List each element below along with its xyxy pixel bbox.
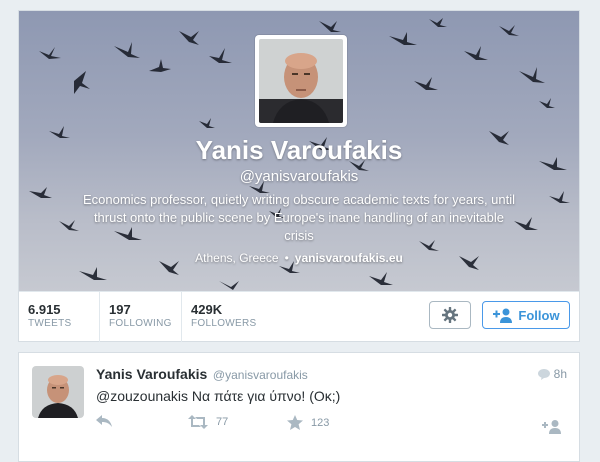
stat-followers-value: 429K xyxy=(191,302,223,317)
reply-button[interactable] xyxy=(96,415,112,427)
tweet-avatar[interactable] xyxy=(32,366,84,418)
stat-followers-label: FOLLOWERS xyxy=(191,318,257,329)
tweet-author-photo xyxy=(32,366,84,418)
tweet-timestamp[interactable]: 8h xyxy=(537,367,567,381)
stat-tweets[interactable]: 6.915 TWEETS xyxy=(19,292,100,342)
add-user-icon xyxy=(542,420,561,434)
settings-button[interactable] xyxy=(429,301,471,329)
profile-photo xyxy=(259,39,343,123)
tweet-text: @zouzounakis Να πάτε για ύπνο! (Οκ;) xyxy=(96,388,341,404)
stat-following-label: FOLLOWING xyxy=(109,318,172,329)
profile-location: Athens, Greece xyxy=(195,251,279,265)
stat-following[interactable]: 197 FOLLOWING xyxy=(100,292,182,342)
profile-banner: Yanis Varoufakis @yanisvaroufakis Econom… xyxy=(19,11,579,291)
tweet-actions: 77 123 xyxy=(96,415,571,435)
favorite-button[interactable]: 123 xyxy=(287,415,329,430)
tweet-header: Yanis Varoufakis @yanisvaroufakis xyxy=(96,366,308,382)
retweet-button[interactable]: 77 xyxy=(188,415,228,429)
tweet-follow-button[interactable] xyxy=(542,419,562,434)
profile-stats-bar: 6.915 TWEETS 197 FOLLOWING 429K FOLLOWER… xyxy=(19,291,579,342)
tweet-time-label: 8h xyxy=(553,367,567,381)
profile-card: Yanis Varoufakis @yanisvaroufakis Econom… xyxy=(18,10,580,342)
tweet-author-handle[interactable]: @yanisvaroufakis xyxy=(213,368,308,382)
profile-bio: Economics professor, quietly writing obs… xyxy=(82,192,516,243)
stat-tweets-value: 6.915 xyxy=(28,302,61,317)
retweet-icon xyxy=(188,415,208,429)
profile-meta: Athens, Greece • yanisvaroufakis.eu xyxy=(19,251,579,265)
star-icon xyxy=(287,415,303,430)
favorite-count: 123 xyxy=(311,416,330,429)
profile-avatar[interactable] xyxy=(255,35,347,127)
follow-button[interactable]: Follow xyxy=(482,301,570,329)
profile-name: Yanis Varoufakis xyxy=(195,135,403,165)
reply-icon xyxy=(96,415,112,427)
tweet-author-name[interactable]: Yanis Varoufakis xyxy=(96,366,207,382)
add-user-icon xyxy=(493,308,513,323)
stat-following-value: 197 xyxy=(109,302,131,317)
gear-icon xyxy=(442,307,458,323)
stat-followers[interactable]: 429K FOLLOWERS xyxy=(182,292,266,342)
follow-button-label: Follow xyxy=(518,307,560,323)
page: Yanis Varoufakis @yanisvaroufakis Econom… xyxy=(0,0,600,462)
conversation-icon xyxy=(537,368,550,380)
retweet-count: 77 xyxy=(216,416,229,428)
meta-separator: • xyxy=(284,251,289,265)
profile-website-link[interactable]: yanisvaroufakis.eu xyxy=(295,251,403,265)
stat-tweets-label: TWEETS xyxy=(28,318,72,329)
profile-handle: @yanisvaroufakis xyxy=(239,168,359,185)
tweet-item[interactable]: Yanis Varoufakis @yanisvaroufakis 8h @zo… xyxy=(18,352,580,462)
